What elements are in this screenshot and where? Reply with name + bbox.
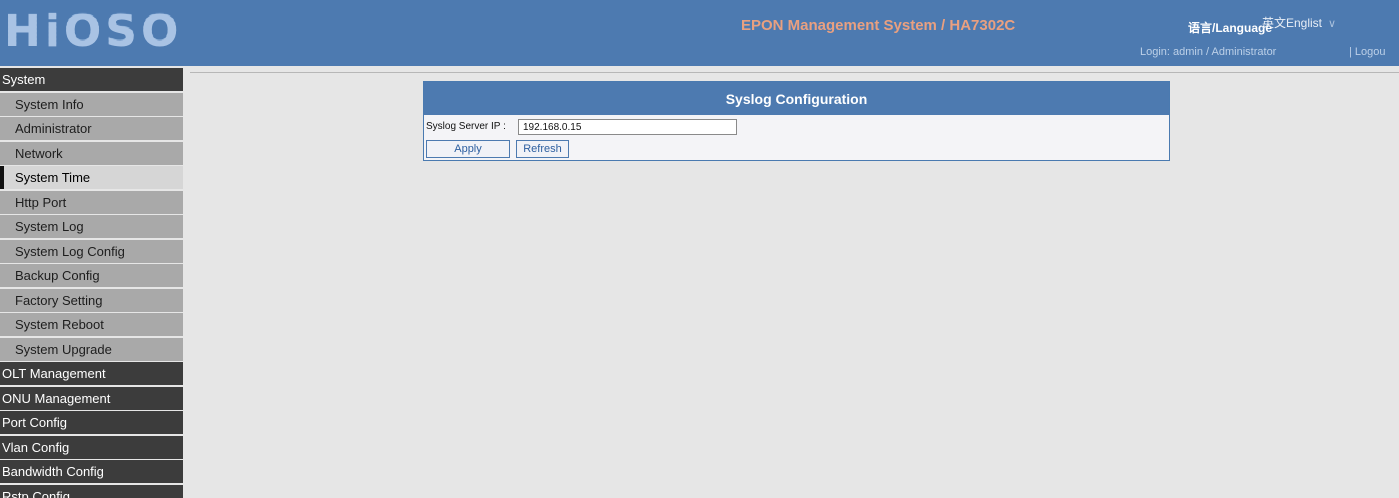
sidebar-item-system-log[interactable]: System Log	[0, 215, 183, 238]
content-divider	[190, 72, 1399, 73]
chevron-down-icon: ∨	[1328, 18, 1337, 30]
syslog-server-ip-label: Syslog Server IP :	[426, 121, 506, 132]
refresh-button[interactable]: Refresh	[516, 140, 569, 158]
syslog-config-panel: Syslog Configuration Syslog Server IP : …	[423, 81, 1170, 161]
syslog-server-ip-input[interactable]	[518, 119, 737, 135]
sidebar-item-backup-config[interactable]: Backup Config	[0, 264, 183, 287]
syslog-server-row: Syslog Server IP :	[426, 119, 737, 135]
sidebar-item-system-log-config[interactable]: System Log Config	[0, 239, 183, 263]
sidebar-item-olt-management[interactable]: OLT Management	[0, 362, 183, 385]
sidebar-item-port-config[interactable]: Port Config	[0, 411, 183, 434]
sidebar-item-system-time[interactable]: System Time	[0, 166, 183, 189]
language-value: 英文Englist	[1262, 16, 1323, 30]
system-title: EPON Management System / HA7302C	[741, 17, 1016, 34]
sidebar-item-administrator[interactable]: Administrator	[0, 117, 183, 140]
language-select[interactable]: 英文Englist ∨	[1262, 14, 1336, 31]
sidebar-item-factory-setting[interactable]: Factory Setting	[0, 288, 183, 312]
sidebar-nav: System System Info Administrator Network…	[0, 68, 183, 498]
login-info: Login: admin / Administrator	[1140, 46, 1277, 58]
sidebar-item-rstp-config[interactable]: Rstp Config	[0, 484, 183, 498]
sidebar-item-system-upgrade[interactable]: System Upgrade	[0, 337, 183, 361]
apply-button[interactable]: Apply	[426, 140, 510, 158]
sidebar-item-system[interactable]: System	[0, 68, 183, 91]
sidebar-item-onu-management[interactable]: ONU Management	[0, 386, 183, 410]
language-label: 语言/Language	[1188, 21, 1273, 35]
sidebar-item-system-reboot[interactable]: System Reboot	[0, 313, 183, 336]
sidebar-item-network[interactable]: Network	[0, 141, 183, 165]
header-bar: HiOSO EPON Management System / HA7302C 语…	[0, 0, 1399, 66]
sidebar-item-system-info[interactable]: System Info	[0, 92, 183, 116]
panel-title: Syslog Configuration	[424, 82, 1169, 115]
hioso-logo: HiOSO	[4, 5, 183, 56]
sidebar-item-http-port[interactable]: Http Port	[0, 190, 183, 214]
sidebar-item-bandwidth-config[interactable]: Bandwidth Config	[0, 460, 183, 483]
sidebar-item-vlan-config[interactable]: Vlan Config	[0, 435, 183, 459]
logout-link[interactable]: | Logou	[1349, 46, 1386, 58]
